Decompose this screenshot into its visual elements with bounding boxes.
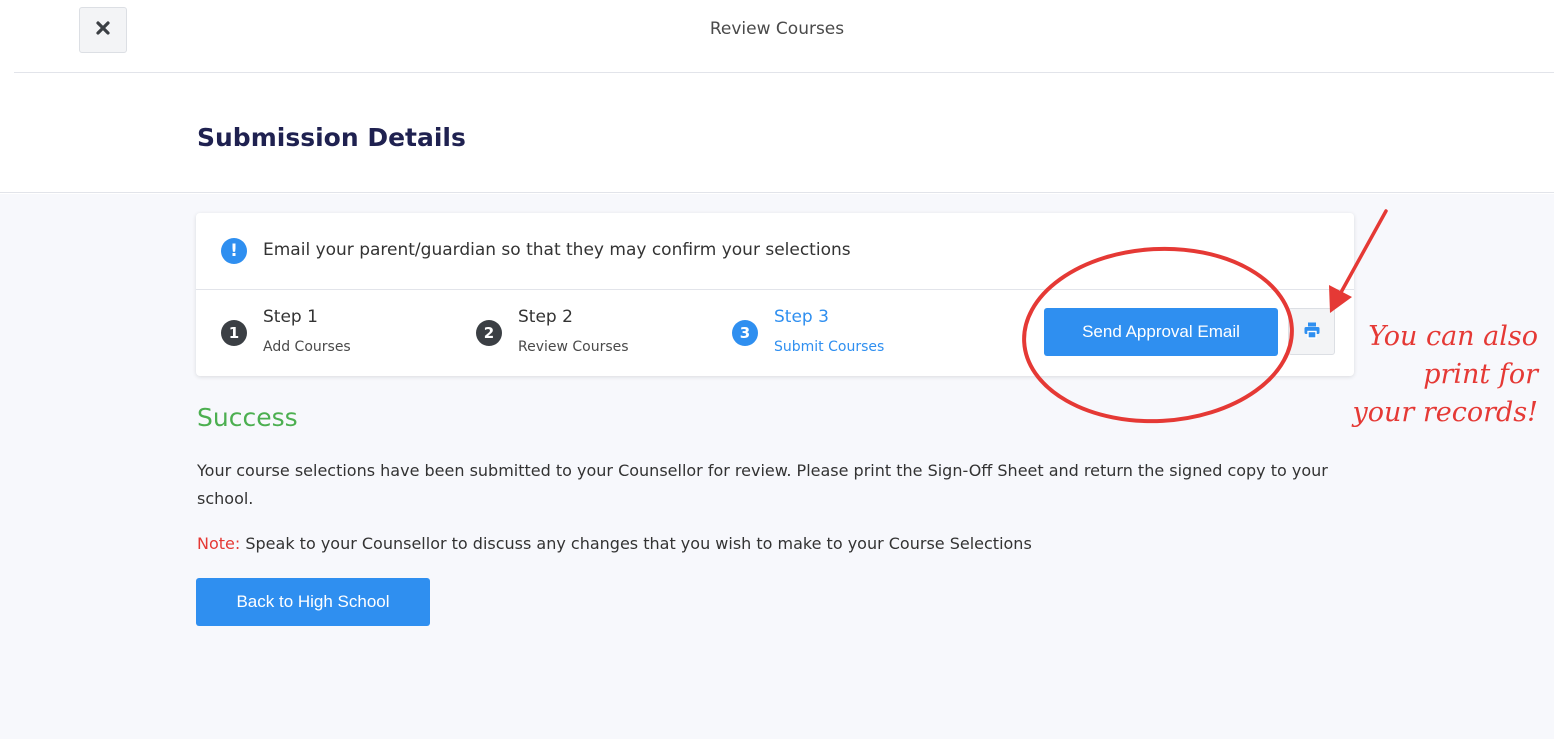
page-title: Submission Details (197, 123, 466, 152)
step-2-subtitle: Review Courses (518, 339, 629, 355)
print-button[interactable] (1288, 308, 1335, 355)
alert-text: Email your parent/guardian so that they … (263, 240, 851, 260)
top-bar: Review Courses (0, 0, 1554, 73)
step-2-title: Step 2 (518, 307, 573, 327)
top-bar-title: Review Courses (709, 19, 845, 39)
note-label: Note: (197, 534, 241, 553)
main-content: ! Email your parent/guardian so that the… (0, 194, 1554, 739)
send-approval-email-button[interactable]: Send Approval Email (1044, 308, 1278, 356)
back-to-high-school-button[interactable]: Back to High School (196, 578, 430, 626)
step-3-number: 3 (732, 320, 758, 346)
step-1-number: 1 (221, 320, 247, 346)
step-1-title: Step 1 (263, 307, 318, 327)
success-message: Your course selections have been submitt… (197, 461, 1328, 508)
success-title: Success (197, 403, 298, 432)
note-line: Note: Speak to your Counsellor to discus… (197, 534, 1032, 553)
step-3-subtitle: Submit Courses (774, 339, 885, 355)
note-text: Speak to your Counsellor to discuss any … (240, 534, 1032, 553)
print-icon (1303, 321, 1321, 343)
submission-card: ! Email your parent/guardian so that the… (196, 213, 1354, 376)
step-2-number: 2 (476, 320, 502, 346)
info-icon: ! (221, 238, 247, 264)
page-header: Submission Details (0, 73, 1554, 193)
step-3-title: Step 3 (774, 307, 829, 327)
step-1-subtitle: Add Courses (263, 339, 351, 355)
email-alert: ! Email your parent/guardian so that the… (196, 213, 1354, 290)
